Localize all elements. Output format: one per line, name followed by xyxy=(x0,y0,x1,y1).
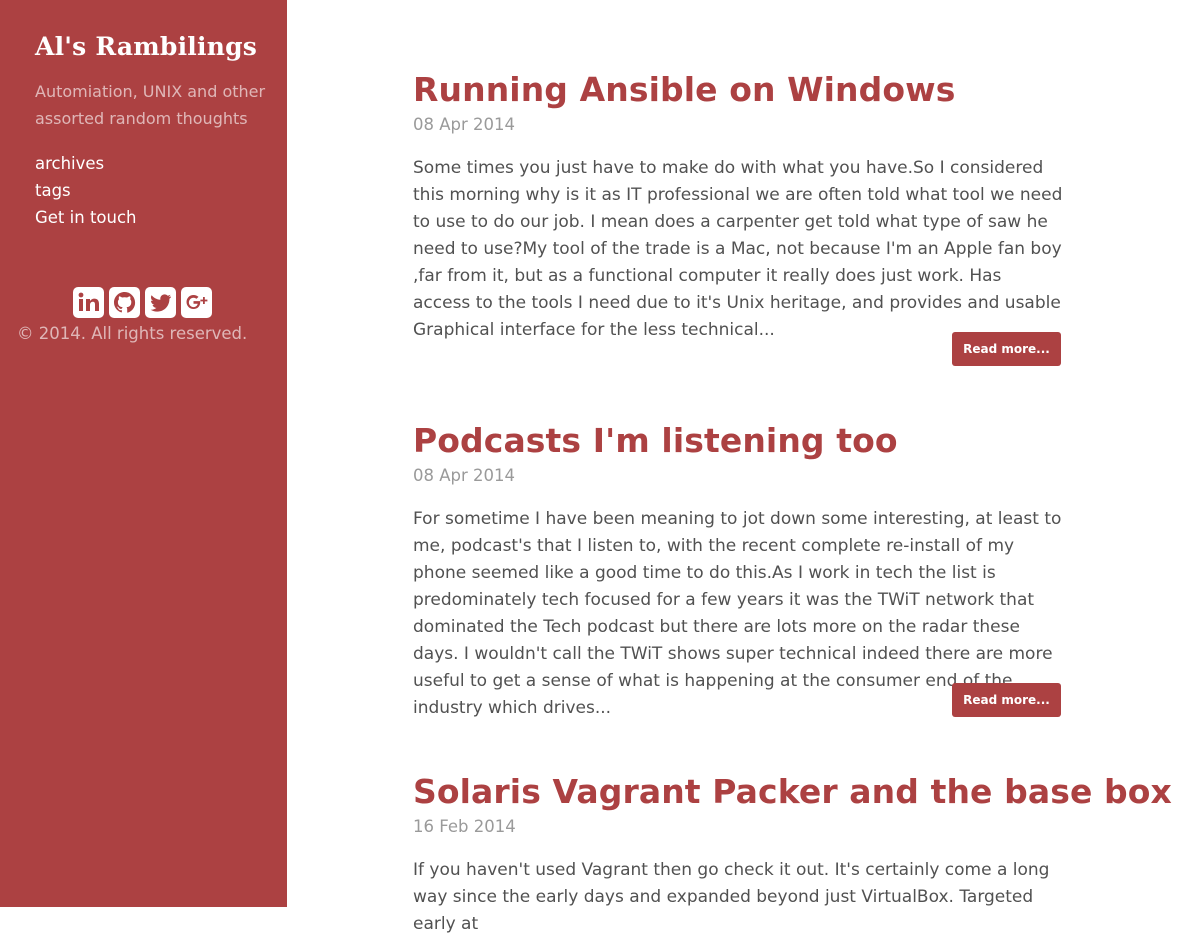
sidebar: Al's Rambilings Automiation, UNIX and ot… xyxy=(0,0,287,907)
nav-item-contact: Get in touch xyxy=(35,204,137,231)
nav-item-archives: archives xyxy=(35,150,137,177)
post-title-link[interactable]: Solaris Vagrant Packer and the base box xyxy=(413,772,1172,811)
post-title: Podcasts I'm listening too xyxy=(413,421,1063,461)
post-date: 08 Apr 2014 xyxy=(413,115,516,134)
post-title: Solaris Vagrant Packer and the base box xyxy=(413,772,1172,812)
tags-link[interactable]: tags xyxy=(35,181,71,200)
twitter-link[interactable] xyxy=(145,287,176,318)
post-item: Podcasts I'm listening too 08 Apr 2014 F… xyxy=(413,421,1063,722)
post-title: Running Ansible on Windows xyxy=(413,70,1063,110)
post-item: Solaris Vagrant Packer and the base box … xyxy=(413,772,1172,938)
site-title[interactable]: Al's Rambilings xyxy=(35,32,257,61)
post-excerpt: Some times you just have to make do with… xyxy=(413,158,1063,340)
post-excerpt: If you haven't used Vagrant then go chec… xyxy=(413,860,1050,934)
sidebar-nav: archives tags Get in touch xyxy=(35,150,137,231)
post-title-link[interactable]: Running Ansible on Windows xyxy=(413,70,955,109)
social-links xyxy=(73,287,212,318)
post-title-link[interactable]: Podcasts I'm listening too xyxy=(413,421,898,460)
get-in-touch-link[interactable]: Get in touch xyxy=(35,208,137,227)
google-plus-link[interactable] xyxy=(181,287,212,318)
post-item: Running Ansible on Windows 08 Apr 2014 S… xyxy=(413,70,1063,366)
copyright-text: © 2014. All rights reserved. xyxy=(17,324,248,343)
post-date: 16 Feb 2014 xyxy=(413,817,516,836)
linkedin-link[interactable] xyxy=(73,287,104,318)
github-link[interactable] xyxy=(109,287,140,318)
nav-item-tags: tags xyxy=(35,177,137,204)
google-plus-icon xyxy=(186,295,208,309)
twitter-icon xyxy=(150,294,171,312)
post-date: 08 Apr 2014 xyxy=(413,466,516,485)
read-more-button[interactable]: Read more... xyxy=(952,332,1061,366)
site-tagline: Automiation, UNIX and other assorted ran… xyxy=(35,82,266,128)
github-icon xyxy=(114,292,136,313)
read-more-button[interactable]: Read more... xyxy=(952,683,1061,717)
linkedin-icon xyxy=(78,292,99,311)
archives-link[interactable]: archives xyxy=(35,154,104,173)
